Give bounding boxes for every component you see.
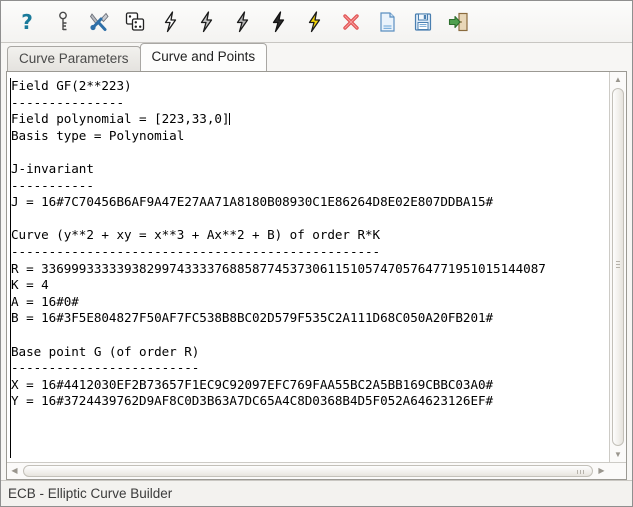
curve-output-text: Field GF(2**223) --------------- Field pol… — [11, 78, 607, 410]
scroll-right-arrow-icon[interactable]: ▶ — [594, 464, 609, 479]
code-line-text: Field GF(2**223) — [11, 78, 132, 93]
scroll-down-glyph: ▼ — [614, 449, 622, 459]
code-line: Field GF(2**223) — [11, 78, 607, 95]
code-line: R = 336999333339382997433337688587745373… — [11, 261, 607, 278]
status-bar: ECB - Elliptic Curve Builder — [1, 480, 632, 506]
code-line-text: Field polynomial = [223,33,0] — [11, 111, 230, 127]
toolbar: ? — [1, 1, 632, 43]
help-icon[interactable]: ? — [9, 5, 45, 39]
code-line-text: Base point G (of order R) — [11, 343, 200, 359]
code-line-text: ----------- — [11, 177, 94, 193]
code-line-text: J-invariant — [11, 160, 94, 176]
scroll-right-glyph: ▶ — [598, 466, 605, 475]
lightning-yellow-icon[interactable] — [297, 5, 333, 39]
code-line-text: Curve (y**2 + xy = x**3 + Ax**2 + B) of … — [11, 227, 381, 243]
scroll-up-arrow-icon[interactable]: ▲ — [611, 72, 626, 87]
tab-bar: Curve Parameters Curve and Points — [1, 43, 632, 72]
tab-curve-parameters[interactable]: Curve Parameters — [7, 46, 141, 72]
vertical-scrollbar[interactable]: ▲ ▼ — [609, 72, 626, 462]
lightning-gray-2-icon[interactable] — [189, 5, 225, 39]
code-line-text: B = 16#3F5E804827F50AF7FC538B8BC02D579F5… — [11, 310, 494, 326]
status-bar-text: ECB - Elliptic Curve Builder — [8, 486, 173, 501]
curve-and-points-panel: Field GF(2**223) --------------- Field pol… — [6, 71, 627, 480]
code-line-text: X = 16#4412030EF2B73657F1EC9C92097EFC769… — [11, 376, 494, 392]
code-line-text: --------------- — [11, 94, 124, 110]
code-line: K = 4 — [11, 277, 607, 294]
lightning-gray-3-icon[interactable] — [225, 5, 261, 39]
scroll-left-arrow-icon[interactable]: ◀ — [7, 464, 22, 479]
code-line-text: ----------------------------------------… — [11, 243, 381, 259]
scrollbar-corner — [609, 462, 626, 479]
code-line-text: Y = 16#3724439762D9AF8C0D3B63A7DC65A4C8D… — [11, 393, 494, 409]
dice-icon[interactable] — [117, 5, 153, 39]
code-line: J-invariant — [11, 161, 607, 178]
new-document-icon[interactable] — [369, 5, 405, 39]
scroll-left-glyph: ◀ — [11, 466, 18, 475]
code-line-text: ------------------------- — [11, 360, 200, 376]
scroll-up-glyph: ▲ — [614, 74, 622, 84]
save-icon[interactable] — [405, 5, 441, 39]
code-line: X = 16#4412030EF2B73657F1EC9C92097EFC769… — [11, 377, 607, 394]
tab-curve-and-points-label: Curve and Points — [151, 49, 256, 64]
code-line-text: A = 16#0# — [11, 293, 79, 309]
code-line: J = 16#7C70456B6AF9A47E27AA71A8180B08930… — [11, 194, 607, 211]
code-line-text: J = 16#7C70456B6AF9A47E27AA71A8180B08930… — [11, 194, 494, 210]
scroll-down-arrow-icon[interactable]: ▼ — [611, 447, 626, 462]
horizontal-scrollbar[interactable]: ◀ ▶ — [7, 462, 626, 479]
panel-body: Field GF(2**223) --------------- Field pol… — [7, 72, 626, 462]
lightning-dark-icon[interactable] — [261, 5, 297, 39]
code-line: ----------------------------------------… — [11, 244, 607, 261]
svg-text:?: ? — [21, 10, 33, 34]
code-line: B = 16#3F5E804827F50AF7FC538B8BC02D579F5… — [11, 310, 607, 327]
code-line: ------------------------- — [11, 360, 607, 377]
text-caret — [229, 113, 231, 126]
delete-icon[interactable] — [333, 5, 369, 39]
horizontal-scroll-thumb[interactable] — [23, 465, 593, 477]
code-line: Curve (y**2 + xy = x**3 + Ax**2 + B) of … — [11, 227, 607, 244]
code-line: Base point G (of order R) — [11, 344, 607, 361]
lightning-gray-1-icon[interactable] — [153, 5, 189, 39]
vertical-scroll-thumb[interactable] — [612, 88, 624, 446]
tab-curve-parameters-label: Curve Parameters — [19, 51, 129, 66]
code-line: Basis type = Polynomial — [11, 128, 607, 145]
code-line: A = 16#0# — [11, 294, 607, 311]
key-icon[interactable] — [45, 5, 81, 39]
code-line-text: R = 336999333339382997433337688587745373… — [11, 260, 546, 276]
code-line: --------------- — [11, 95, 607, 112]
code-line: ----------- — [11, 178, 607, 195]
code-line-text: Basis type = Polynomial — [11, 127, 185, 143]
curve-output-textarea[interactable]: Field GF(2**223) --------------- Field pol… — [7, 72, 609, 462]
tools-icon[interactable] — [81, 5, 117, 39]
text-left-margin-caret — [10, 78, 11, 458]
ecb-main-window: ? Curve Parameters Curve and Points Fiel… — [0, 0, 633, 507]
code-line: Y = 16#3724439762D9AF8C0D3B63A7DC65A4C8D… — [11, 393, 607, 410]
code-line: Field polynomial = [223,33,0] — [11, 111, 607, 128]
tab-curve-and-points[interactable]: Curve and Points — [139, 43, 268, 71]
code-line-text: K = 4 — [11, 277, 49, 293]
exit-icon[interactable] — [441, 5, 477, 39]
